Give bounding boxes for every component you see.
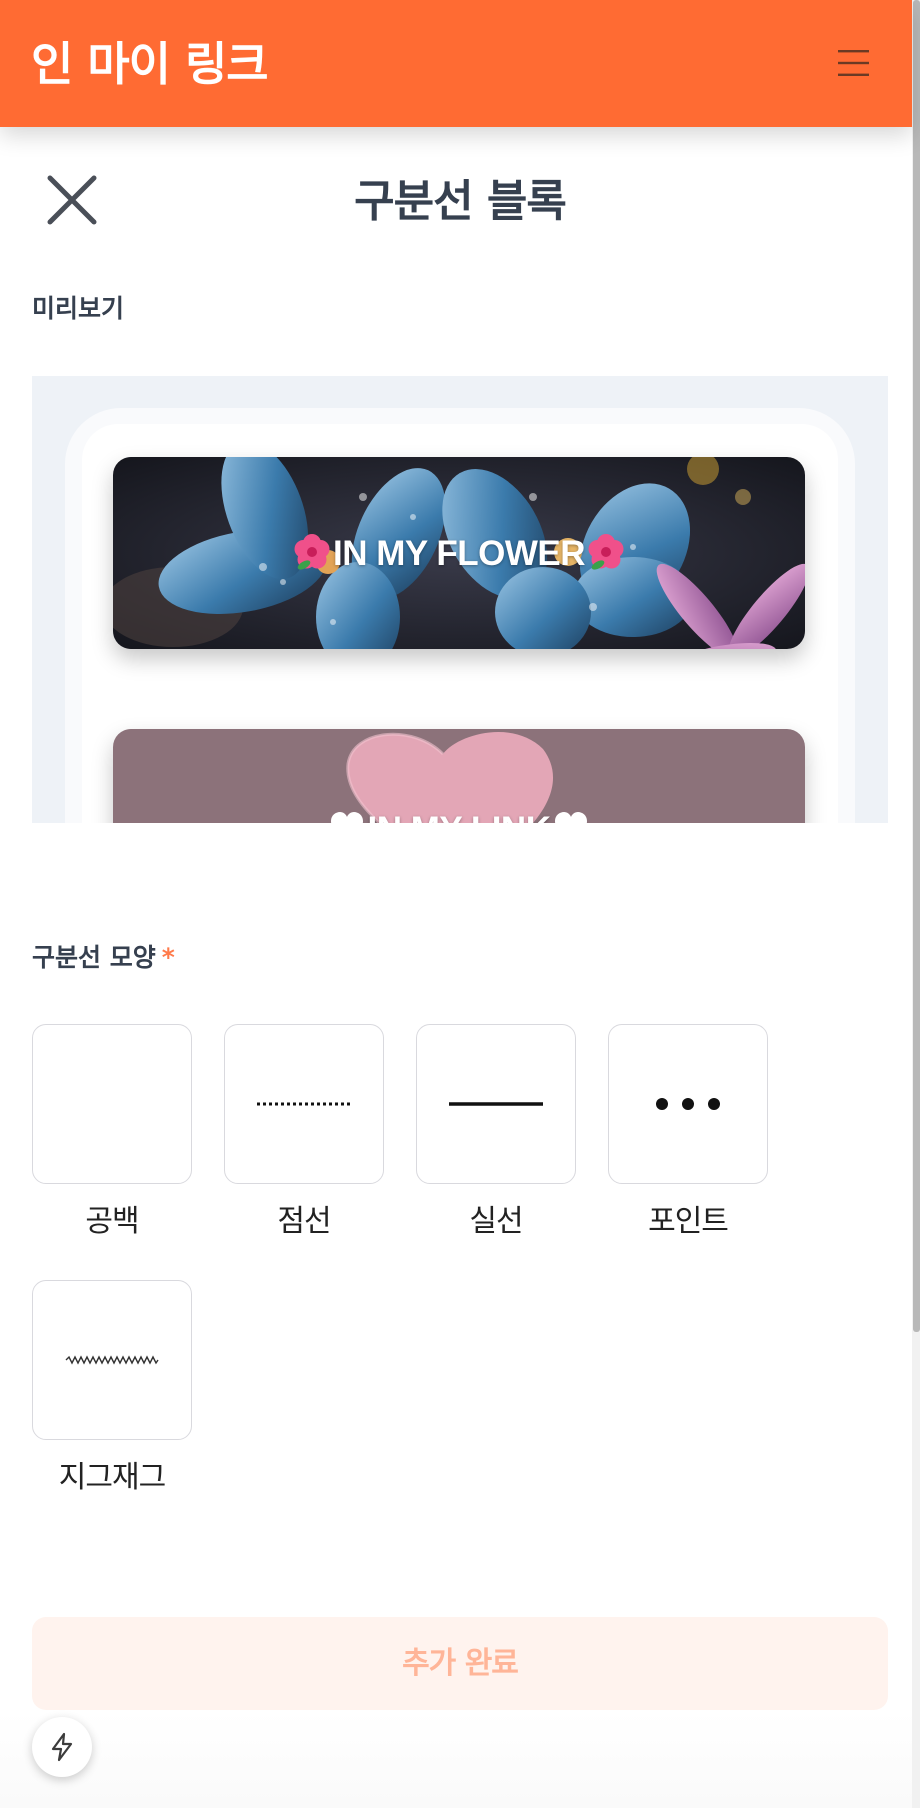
zigzag-line-icon xyxy=(65,1355,159,1365)
brand-logo[interactable]: 인 마이 링크 xyxy=(31,34,269,94)
preview-link-card: IN MY FLOWER xyxy=(113,457,805,649)
solid-line-icon xyxy=(449,1102,543,1106)
preview-card-text: IN MY FLOWER xyxy=(333,534,585,573)
shape-box[interactable] xyxy=(608,1024,768,1184)
blank-divider-icon[interactable] xyxy=(32,1024,192,1184)
three-dots-icon xyxy=(656,1098,720,1110)
lightning-bolt-icon xyxy=(51,1732,73,1762)
shape-option-dotted[interactable]: 점선 xyxy=(224,1024,384,1242)
shape-box[interactable] xyxy=(416,1024,576,1184)
page-title: 구분선 블록 xyxy=(354,176,567,227)
submit-button[interactable]: 추가 완료 xyxy=(32,1617,888,1710)
preview-link-card: IN MY LINK xyxy=(113,729,805,823)
close-icon xyxy=(47,175,97,225)
divider-shape-options: 공백 점선 실선 포인트 지그재그 xyxy=(32,1024,892,1504)
shape-box[interactable] xyxy=(32,1280,192,1440)
hamburger-menu-icon xyxy=(838,50,869,76)
preview-card-title: IN MY LINK xyxy=(113,809,805,823)
shape-option-label: 공백 xyxy=(85,1204,139,1239)
app-header: 인 마이 링크 xyxy=(0,0,912,127)
preview-card-title: IN MY FLOWER xyxy=(113,533,805,574)
preview-label: 미리보기 xyxy=(32,294,125,323)
shape-option-label: 점선 xyxy=(277,1204,331,1239)
divider-shape-label-text: 구분선 모양 xyxy=(32,943,156,972)
close-button[interactable] xyxy=(44,172,100,228)
shape-option-label: 포인트 xyxy=(648,1204,729,1239)
menu-button[interactable] xyxy=(836,45,872,81)
hibiscus-icon xyxy=(294,534,330,570)
hibiscus-icon xyxy=(588,534,624,570)
bottom-fade xyxy=(0,1712,912,1808)
shape-option-point[interactable]: 포인트 xyxy=(608,1024,768,1242)
required-mark: * xyxy=(161,943,175,972)
white-heart-icon xyxy=(330,812,363,823)
shape-option-zigzag[interactable]: 지그재그 xyxy=(32,1280,192,1498)
shape-option-label: 실선 xyxy=(469,1204,523,1239)
divider-shape-label: 구분선 모양 * xyxy=(32,940,175,976)
shape-box[interactable] xyxy=(224,1024,384,1184)
preview-card-text: IN MY LINK xyxy=(368,810,551,823)
white-heart-icon xyxy=(555,812,588,823)
shape-option-solid[interactable]: 실선 xyxy=(416,1024,576,1242)
quick-action-button[interactable] xyxy=(32,1717,92,1777)
shape-option-blank[interactable]: 공백 xyxy=(32,1024,192,1242)
preview-area: IN MY FLOWER IN MY LINK xyxy=(32,376,888,823)
shape-option-label: 지그재그 xyxy=(58,1460,166,1495)
dotted-line-icon xyxy=(257,1102,351,1106)
